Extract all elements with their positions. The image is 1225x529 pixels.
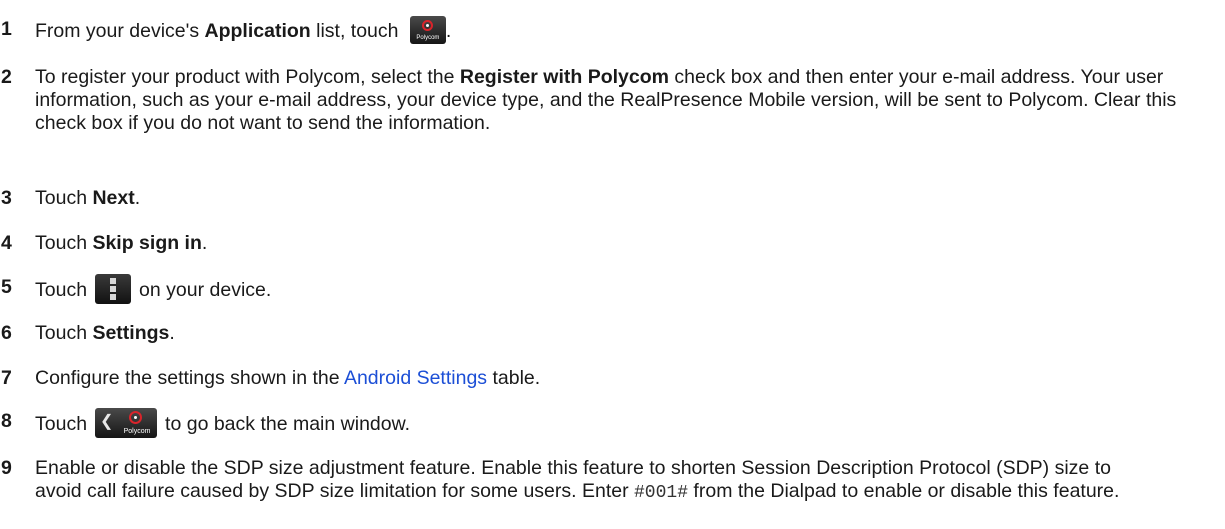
step-number: 6 [1, 322, 12, 344]
step-text-part: from the Dialpad to enable or disable th… [688, 480, 1120, 502]
android-settings-link[interactable]: Android Settings [344, 367, 487, 389]
skip-sign-in-label: Skip sign in [92, 232, 202, 254]
step-text: Touch Next. [35, 187, 1205, 210]
step-text-part: . [445, 20, 452, 43]
icon-label: Polycom [416, 35, 440, 41]
polycom-app-icon[interactable]: Polycom [409, 16, 446, 44]
step-number: 9 [1, 457, 12, 479]
settings-label: Settings [92, 322, 170, 344]
step-number: 1 [1, 18, 12, 40]
step-number: 8 [1, 410, 12, 432]
step-text-part: Touch [35, 279, 88, 302]
step-text: From your device's Application list, tou… [35, 16, 1205, 46]
step-text: Configure the settings shown in the Andr… [35, 367, 1205, 390]
step-number: 7 [1, 367, 12, 389]
register-with-polycom-label: Register with Polycom [459, 66, 669, 88]
step-text-part: Touch [35, 232, 93, 254]
dialpad-code: #001# [634, 483, 689, 503]
step-text-part: Configure the settings shown in the [35, 367, 344, 389]
icon-label: Polycom [123, 428, 151, 435]
step-text-part: list, touch [310, 20, 404, 43]
step-number: 2 [1, 66, 12, 88]
step-number: 5 [1, 276, 12, 298]
step-text-part: on your device. [139, 279, 272, 302]
step-text: Touch Settings. [35, 322, 1205, 345]
step-text-part: . [169, 322, 175, 344]
menu-icon[interactable] [95, 274, 132, 304]
step-text: Enable or disable the SDP size adjustmen… [35, 457, 1145, 505]
step-text-part: . [134, 187, 141, 209]
application-label: Application [204, 20, 311, 43]
step-text-part: to go back the main window. [165, 413, 411, 436]
step-text-part: . [201, 232, 208, 254]
step-text-part: Touch [35, 413, 88, 436]
next-label: Next [92, 187, 135, 209]
step-text-part: table. [487, 367, 541, 389]
back-polycom-icon[interactable]: ❮ Polycom [95, 408, 158, 438]
step-number: 3 [1, 187, 12, 209]
step-text: Touch Skip sign in. [35, 232, 1205, 255]
step-text-part: Touch [35, 187, 93, 209]
step-text-part: To register your product with Polycom, s… [35, 66, 460, 88]
step-text: Touch ❮ Polycom to go back the main window. [35, 408, 1205, 440]
step-text-part: Touch [35, 322, 93, 344]
step-text-part: From your device's [35, 20, 205, 43]
step-number: 4 [1, 232, 12, 254]
step-text: To register your product with Polycom, s… [35, 66, 1185, 135]
step-text: Touch on your device. [35, 274, 1205, 306]
